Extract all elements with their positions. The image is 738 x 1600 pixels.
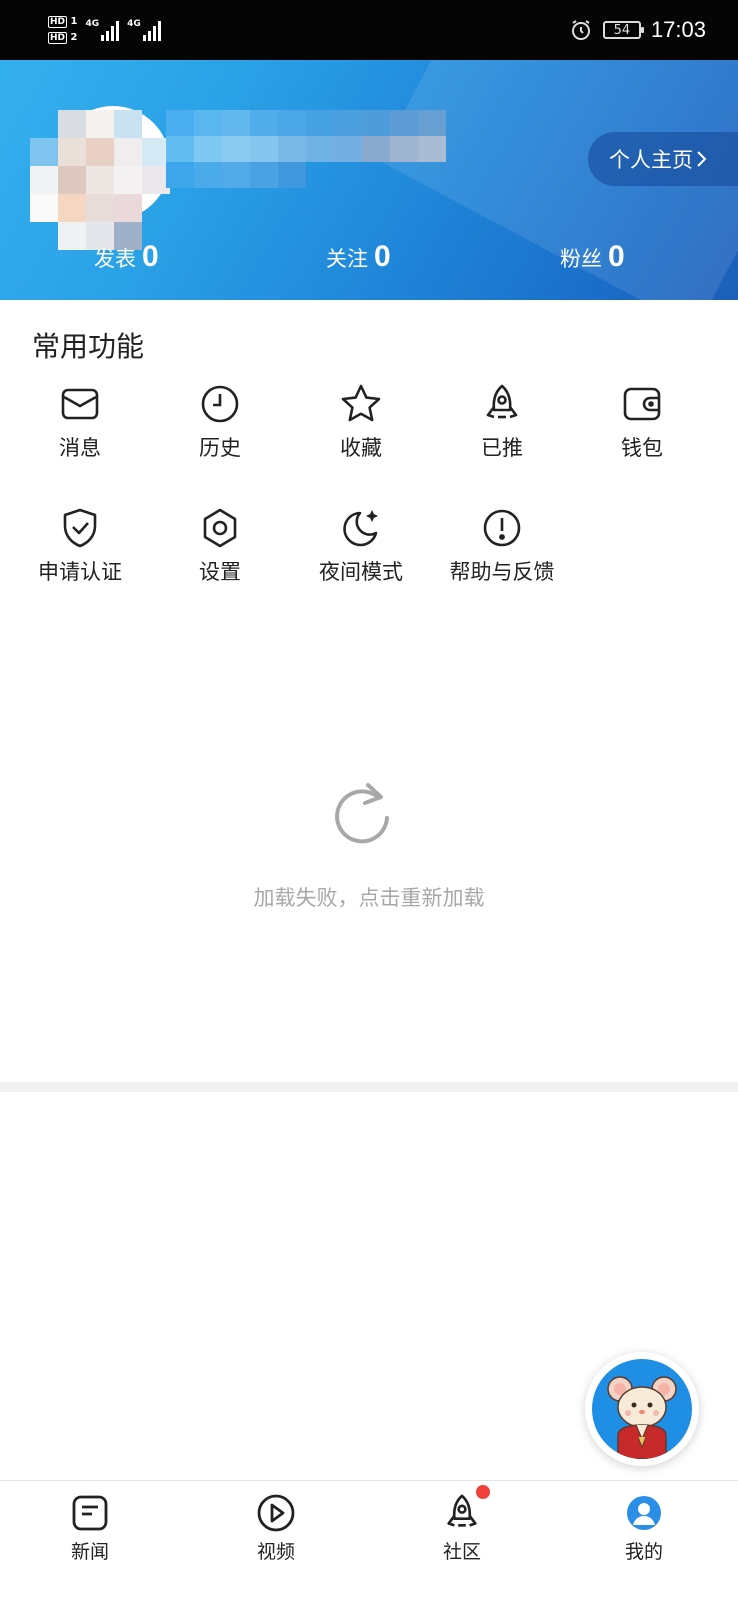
network-type-label-2: 4G bbox=[127, 19, 141, 29]
wallet-icon bbox=[620, 382, 664, 426]
stat-following[interactable]: 关注 0 bbox=[326, 240, 391, 274]
stat-fans-label: 粉丝 bbox=[560, 247, 602, 271]
hd1-indicator: HD 1 bbox=[48, 16, 78, 28]
chevron-right-icon bbox=[697, 151, 707, 167]
status-bar: HD 1 HD 2 4G 4G 54 17:03 bbox=[0, 0, 738, 60]
network-indicators: HD 1 HD 2 4G 4G bbox=[48, 10, 161, 50]
func-help-feedback-label: 帮助与反馈 bbox=[449, 560, 555, 584]
func-settings-label: 设置 bbox=[199, 560, 241, 584]
rocket-icon bbox=[440, 1485, 490, 1535]
func-settings[interactable]: 设置 bbox=[148, 506, 292, 586]
tab-video-label: 视频 bbox=[256, 1541, 295, 1563]
section-divider bbox=[0, 1082, 738, 1092]
func-help-feedback[interactable]: 帮助与反馈 bbox=[430, 506, 574, 586]
stat-posts-value: 0 bbox=[142, 240, 159, 273]
tab-news-label: 新闻 bbox=[70, 1541, 109, 1563]
network-type-label: 4G bbox=[85, 19, 100, 29]
hd2-indicator: HD 2 bbox=[48, 32, 78, 44]
bottom-tab-bar: 新闻 视频 社区 我的 bbox=[0, 1480, 738, 1600]
alert-circle-icon bbox=[480, 506, 524, 550]
func-night-mode[interactable]: 夜间模式 bbox=[289, 506, 433, 586]
username-blur[interactable] bbox=[166, 110, 476, 190]
battery-level: 54 bbox=[613, 22, 631, 38]
tab-community[interactable]: 社区 bbox=[402, 1485, 522, 1564]
stat-fans[interactable]: 粉丝 0 bbox=[560, 240, 625, 274]
profile-stats: 发表 0 关注 0 粉丝 0 bbox=[0, 240, 738, 290]
status-time: 17:03 bbox=[650, 17, 706, 42]
func-messages-label: 消息 bbox=[59, 436, 101, 460]
mail-icon bbox=[58, 382, 102, 426]
stat-following-label: 关注 bbox=[326, 247, 368, 271]
profile-header: 个人主页 发表 0 关注 0 粉丝 0 bbox=[0, 60, 738, 300]
tab-community-label: 社区 bbox=[442, 1541, 481, 1563]
func-history[interactable]: 历史 bbox=[148, 382, 292, 462]
tab-video[interactable]: 视频 bbox=[216, 1491, 336, 1564]
func-messages[interactable]: 消息 bbox=[8, 382, 152, 462]
signal-icon: 4G bbox=[85, 19, 120, 41]
reload-icon[interactable] bbox=[329, 778, 399, 848]
news-icon bbox=[68, 1491, 112, 1535]
signal-icon-2: 4G bbox=[127, 19, 161, 41]
mascot-avatar bbox=[592, 1359, 692, 1459]
settings-hexagon-icon bbox=[198, 506, 242, 550]
notification-dot bbox=[476, 1485, 490, 1499]
rocket-icon bbox=[480, 382, 524, 426]
battery-icon: 54 bbox=[602, 21, 644, 39]
stat-posts-label: 发表 bbox=[94, 247, 136, 271]
profile-page-label: 个人主页 bbox=[609, 148, 693, 172]
func-pushed[interactable]: 已推 bbox=[430, 382, 574, 462]
func-favorites[interactable]: 收藏 bbox=[289, 382, 433, 462]
stat-posts[interactable]: 发表 0 bbox=[94, 240, 159, 274]
func-night-mode-label: 夜间模式 bbox=[319, 560, 403, 584]
profile-page-button[interactable]: 个人主页 bbox=[588, 132, 738, 186]
shield-check-icon bbox=[58, 506, 102, 550]
func-verification-label: 申请认证 bbox=[38, 560, 122, 584]
func-wallet-label: 钱包 bbox=[621, 436, 663, 460]
alarm-clock-icon bbox=[571, 20, 590, 40]
tab-profile[interactable]: 我的 bbox=[584, 1491, 704, 1564]
hd-indicators: HD 1 HD 2 bbox=[48, 16, 77, 44]
tab-news[interactable]: 新闻 bbox=[30, 1491, 150, 1564]
clock-icon bbox=[198, 382, 242, 426]
func-wallet[interactable]: 钱包 bbox=[570, 382, 714, 462]
stat-following-value: 0 bbox=[374, 240, 391, 273]
tab-profile-label: 我的 bbox=[624, 1541, 663, 1563]
play-circle-icon bbox=[254, 1491, 298, 1535]
func-history-label: 历史 bbox=[199, 436, 241, 460]
func-pushed-label: 已推 bbox=[481, 436, 523, 460]
floating-mascot-button[interactable] bbox=[585, 1352, 699, 1466]
section-title: 常用功能 bbox=[32, 330, 145, 363]
stat-fans-value: 0 bbox=[608, 240, 625, 273]
func-verification[interactable]: 申请认证 bbox=[8, 506, 152, 586]
profile-icon bbox=[622, 1491, 666, 1535]
status-right: 54 17:03 bbox=[569, 12, 706, 48]
reload-message[interactable]: 加载失败，点击重新加载 bbox=[0, 882, 738, 912]
func-favorites-label: 收藏 bbox=[340, 436, 382, 460]
moon-icon bbox=[339, 506, 383, 550]
star-icon bbox=[339, 382, 383, 426]
